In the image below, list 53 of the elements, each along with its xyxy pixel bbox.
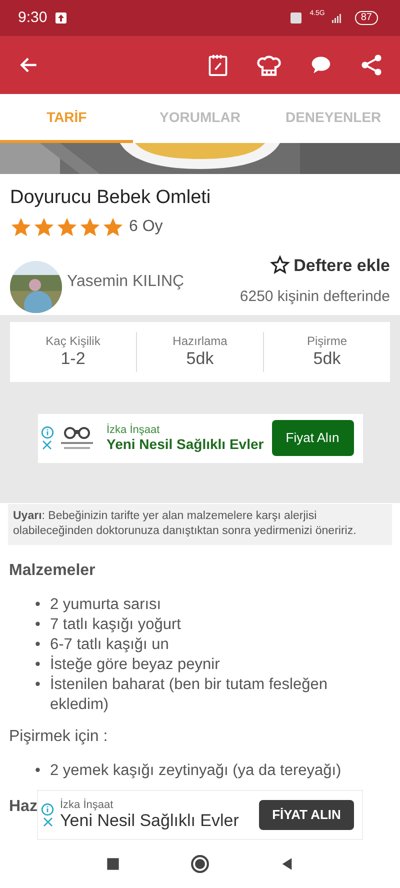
ad-headline: Yeni Nesil Sağlıklı Evler	[106, 436, 264, 452]
home-icon[interactable]	[190, 854, 210, 874]
ad-headline: Yeni Nesil Sağlıklı Evler	[60, 811, 239, 831]
star-icon	[79, 216, 101, 238]
ingredient-item: İsteğe göre beyaz peynir	[50, 654, 220, 675]
star-outline-icon	[270, 255, 290, 276]
vote-count: 6 Oy	[129, 216, 163, 236]
share-icon[interactable]	[360, 53, 384, 77]
back-nav-icon[interactable]	[280, 857, 294, 871]
star-icon	[102, 216, 124, 238]
info-value: 5dk	[185, 350, 215, 368]
section-heading: Pişirmek için :	[9, 726, 108, 747]
bullet-text: •	[35, 594, 42, 615]
info-icon[interactable]	[40, 426, 54, 438]
warning-text: Uyarı: Bebeğinizin tarifte yer alan malzemelere karşı alerjisi olabileceğinden doktorunuza danıştıktan sonra yedirmenizi öneririz.	[8, 504, 392, 545]
ingredient-item: 6-7 tatlı kaşığı un	[50, 634, 169, 655]
advertiser-name: İzka İnşaat	[106, 424, 161, 436]
bullet-text: •	[35, 634, 42, 655]
recents-icon[interactable]	[106, 857, 120, 871]
bullet-text: •	[35, 760, 42, 781]
ingredient-item: 2 yumurta sarısı	[50, 594, 162, 615]
info-label: Hazırlama	[172, 332, 228, 350]
ingredient-item: 2 yemek kaşığı zeytinyağı (ya da tereyağı)	[50, 760, 342, 781]
battery-text: 87	[354, 11, 378, 25]
info-value: 1-2	[60, 350, 86, 368]
notepad-icon[interactable]	[207, 52, 229, 78]
avatar-icon[interactable]	[10, 260, 62, 312]
advertiser-name: İzka İnşaat	[60, 799, 114, 812]
info-icon[interactable]	[41, 802, 54, 816]
bullet-text: •	[35, 674, 42, 695]
author-name: Yasemin KILINÇ	[67, 272, 184, 292]
star-icon	[33, 216, 55, 238]
close-icon[interactable]	[42, 816, 54, 828]
bullet-text: •	[35, 614, 42, 635]
ad-cta-button[interactable]: FİYAT ALIN	[259, 800, 354, 830]
section-heading: Malzemeler	[9, 560, 96, 581]
info-value: 5dk	[312, 350, 342, 368]
add-to-notebook-button[interactable]: Deftere ekle	[270, 252, 390, 278]
ingredient-item: İstenilen baharat (ben bir tutam fesleğen ekledim)	[50, 674, 328, 715]
section-heading: Haz	[9, 796, 38, 817]
notebook-count: 6250 kişinin defterinde	[240, 287, 390, 307]
upload-icon	[55, 12, 68, 24]
comment-icon[interactable]	[309, 54, 333, 76]
info-label: Kaç Kişilik	[44, 332, 102, 350]
star-icon	[10, 216, 32, 238]
star-icon	[56, 216, 78, 238]
clock-text: 9:30	[18, 8, 48, 28]
ad-cta-button[interactable]: Fiyat Alın	[272, 420, 354, 456]
bullet-text: •	[35, 654, 42, 675]
recipe-title: Doyurucu Bebek Omleti	[10, 186, 212, 210]
close-icon[interactable]	[41, 438, 53, 450]
ingredient-item: 7 tatlı kaşığı yoğurt	[50, 614, 181, 635]
info-label: Pişirme	[306, 332, 348, 350]
